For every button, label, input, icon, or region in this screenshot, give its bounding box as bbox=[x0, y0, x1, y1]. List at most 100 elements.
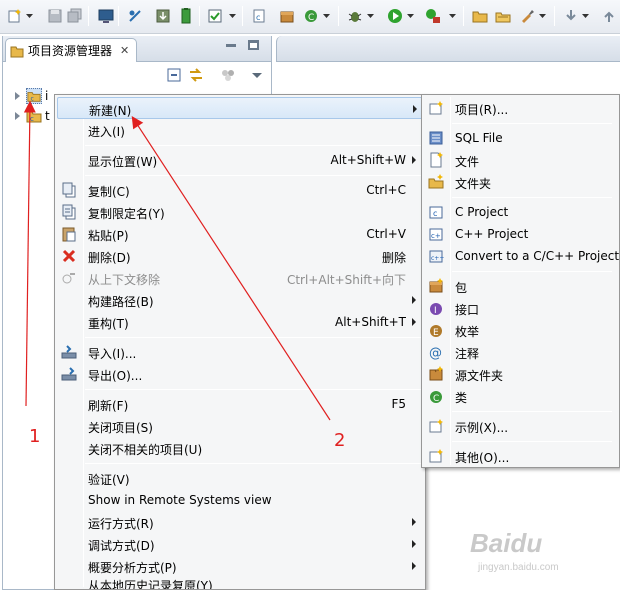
submenu-item-sql-file[interactable]: SQL File bbox=[424, 127, 618, 149]
menu-item-shortcut: Alt+Shift+W bbox=[330, 153, 407, 167]
submenu-item-class[interactable]: C 类 bbox=[424, 385, 618, 407]
submenu-item-example[interactable]: 示例(X)... bbox=[424, 415, 618, 437]
paste-icon bbox=[62, 227, 76, 242]
menu-item-label: Convert to a C/C++ Project bbox=[455, 249, 620, 263]
menu-item-label: 刷新(F) bbox=[88, 399, 129, 413]
run-icon[interactable] bbox=[386, 7, 404, 25]
tree-item-project-2[interactable]: c t bbox=[15, 107, 50, 125]
dropdown-arrow-icon[interactable] bbox=[26, 12, 33, 19]
dropdown-arrow-icon[interactable] bbox=[407, 12, 414, 19]
menu-item-delete[interactable]: 删除(D) 删除 bbox=[57, 245, 423, 267]
svg-text:c: c bbox=[256, 13, 260, 22]
menu-item-show-in[interactable]: 显示位置(W) Alt+Shift+W bbox=[57, 149, 423, 171]
svg-text:I: I bbox=[434, 306, 437, 316]
maximize-icon[interactable] bbox=[248, 40, 259, 50]
submenu-item-folder[interactable]: 文件夹 bbox=[424, 171, 618, 193]
view-tab-title: 项目资源管理器 bbox=[28, 44, 113, 58]
link-with-editor-icon[interactable] bbox=[188, 67, 204, 83]
menu-item-label: 复制(C) bbox=[88, 185, 130, 199]
sql-file-icon bbox=[429, 131, 443, 145]
menu-item-restore-local-history[interactable]: 从本地历史记录复原(Y) bbox=[57, 577, 423, 589]
menu-item-build-path[interactable]: 构建路径(B) bbox=[57, 289, 423, 311]
menu-item-run-as[interactable]: 运行方式(R) bbox=[57, 511, 423, 533]
menu-item-new[interactable]: 新建(N) bbox=[57, 97, 423, 119]
menu-item-shortcut: Ctrl+V bbox=[366, 227, 406, 241]
menu-item-close-project[interactable]: 关闭项目(S) bbox=[57, 415, 423, 437]
checkbox-icon[interactable] bbox=[206, 7, 224, 25]
submenu-item-package[interactable]: 包 bbox=[424, 275, 618, 297]
dropdown-arrow-icon[interactable] bbox=[539, 12, 546, 19]
submenu-arrow-icon bbox=[412, 156, 416, 164]
menu-item-label: 类 bbox=[455, 391, 468, 405]
new-wizard-icon[interactable] bbox=[6, 7, 24, 25]
menu-item-label: 接口 bbox=[455, 303, 480, 317]
svg-text:c: c bbox=[433, 209, 437, 218]
c-project-icon: c bbox=[429, 206, 443, 219]
submenu-item-cpp-project[interactable]: c+ C++ Project bbox=[424, 223, 618, 245]
save-all-icon[interactable] bbox=[66, 7, 84, 25]
debug-icon[interactable] bbox=[346, 7, 364, 25]
menu-item-label: 验证(V) bbox=[88, 473, 130, 487]
external-tools-icon[interactable] bbox=[424, 7, 442, 25]
view-menu-icon[interactable] bbox=[249, 67, 265, 83]
menu-item-debug-as[interactable]: 调试方式(D) bbox=[57, 533, 423, 555]
submenu-item-file[interactable]: 文件 bbox=[424, 149, 618, 171]
focus-on-task-icon[interactable] bbox=[220, 67, 236, 83]
submenu-item-enum[interactable]: E 枚举 bbox=[424, 319, 618, 341]
menu-item-refactor[interactable]: 重构(T) Alt+Shift+T bbox=[57, 311, 423, 333]
menu-item-import[interactable]: 导入(I)... bbox=[57, 341, 423, 363]
menu-item-copy-qualified-name[interactable]: 复制限定名(Y) bbox=[57, 201, 423, 223]
new-class-icon[interactable]: C bbox=[302, 7, 320, 25]
collapse-all-icon[interactable] bbox=[166, 67, 182, 83]
next-annotation-icon[interactable] bbox=[562, 7, 580, 25]
dropdown-arrow-icon[interactable] bbox=[323, 12, 330, 19]
dropdown-arrow-icon[interactable] bbox=[367, 12, 374, 19]
menu-item-label: 重构(T) bbox=[88, 317, 129, 331]
menu-item-label: 包 bbox=[455, 281, 468, 295]
menu-item-paste[interactable]: 粘贴(P) Ctrl+V bbox=[57, 223, 423, 245]
prev-annotation-icon[interactable] bbox=[600, 7, 618, 25]
annotation-icon: @ bbox=[429, 346, 442, 360]
dropdown-arrow-icon[interactable] bbox=[229, 12, 236, 19]
dropdown-arrow-icon[interactable] bbox=[449, 12, 456, 19]
view-tab-bar: 项目资源管理器 ✕ bbox=[3, 36, 271, 62]
expand-icon[interactable] bbox=[15, 112, 20, 120]
menu-item-profile-as[interactable]: 概要分析方式(P) bbox=[57, 555, 423, 577]
expand-icon[interactable] bbox=[15, 92, 20, 100]
brush-icon[interactable] bbox=[518, 7, 536, 25]
menu-item-show-remote-systems[interactable]: Show in Remote Systems view bbox=[57, 489, 423, 511]
skip-breakpoints-icon[interactable] bbox=[126, 7, 144, 25]
menu-item-go-into[interactable]: 进入(I) bbox=[57, 119, 423, 141]
submenu-item-other[interactable]: 其他(O)... bbox=[424, 445, 618, 467]
new-c-file-icon[interactable]: c bbox=[250, 7, 268, 25]
package-icon[interactable] bbox=[278, 7, 296, 25]
submenu-item-c-project[interactable]: c C Project bbox=[424, 201, 618, 223]
console-icon[interactable] bbox=[97, 7, 115, 25]
menu-item-validate[interactable]: 验证(V) bbox=[57, 467, 423, 489]
submenu-item-interface[interactable]: I 接口 bbox=[424, 297, 618, 319]
save-icon[interactable] bbox=[46, 7, 64, 25]
project-explorer-tab[interactable]: 项目资源管理器 ✕ bbox=[5, 38, 137, 62]
menu-item-export[interactable]: 导出(O)... bbox=[57, 363, 423, 385]
menu-item-close-unrelated[interactable]: 关闭不相关的项目(U) bbox=[57, 437, 423, 459]
menu-item-copy[interactable]: 复制(C) Ctrl+C bbox=[57, 179, 423, 201]
minimize-icon[interactable] bbox=[226, 44, 236, 47]
submenu-item-project[interactable]: 项目(R)... bbox=[424, 97, 618, 119]
open-folder-icon[interactable] bbox=[471, 7, 489, 25]
package-icon bbox=[429, 278, 443, 293]
close-icon[interactable]: ✕ bbox=[120, 44, 129, 57]
download-icon[interactable] bbox=[154, 7, 172, 25]
submenu-item-convert-project[interactable]: c++ Convert to a C/C++ Project bbox=[424, 245, 620, 267]
tree-item-project-1[interactable]: c i bbox=[15, 87, 48, 105]
open-type-icon[interactable] bbox=[494, 7, 512, 25]
annotation-step-2: 2 bbox=[334, 430, 346, 451]
submenu-item-source-folder[interactable]: 源文件夹 bbox=[424, 363, 618, 385]
new-project-icon bbox=[429, 101, 443, 115]
battery-icon[interactable] bbox=[177, 7, 195, 25]
menu-item-refresh[interactable]: 刷新(F) F5 bbox=[57, 393, 423, 415]
dropdown-arrow-icon[interactable] bbox=[582, 12, 589, 19]
enum-icon: E bbox=[430, 325, 442, 338]
menu-item-label: 运行方式(R) bbox=[88, 517, 154, 531]
submenu-item-annotation[interactable]: @ 注释 bbox=[424, 341, 618, 363]
svg-text:@: @ bbox=[429, 346, 442, 360]
